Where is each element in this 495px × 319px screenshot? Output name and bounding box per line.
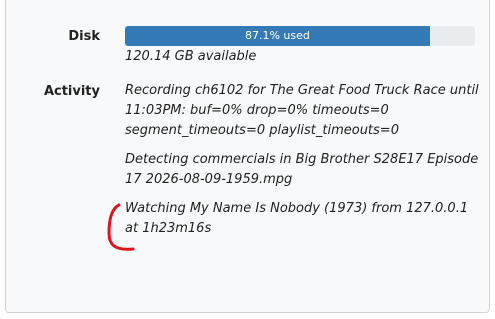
disk-usage-fill: 87.1% used [125,26,430,46]
disk-label: Disk [68,29,100,44]
disk-available-text: 120.14 GB available [125,49,257,64]
red-bracket-annotation [107,203,135,251]
activity-list: Recording ch6102 for The Great Food Truc… [125,81,485,248]
disk-usage-bar: 87.1% used [125,26,475,46]
activity-item-watching: Watching My Name Is Nobody (1973) from 1… [125,201,469,236]
status-panel: Disk 87.1% used 120.14 GB available Acti… [5,0,490,313]
activity-item-commercial-detection: Detecting commercials in Big Brother S28… [125,152,479,187]
activity-item-recording: Recording ch6102 for The Great Food Truc… [125,83,479,138]
activity-label: Activity [43,84,100,99]
